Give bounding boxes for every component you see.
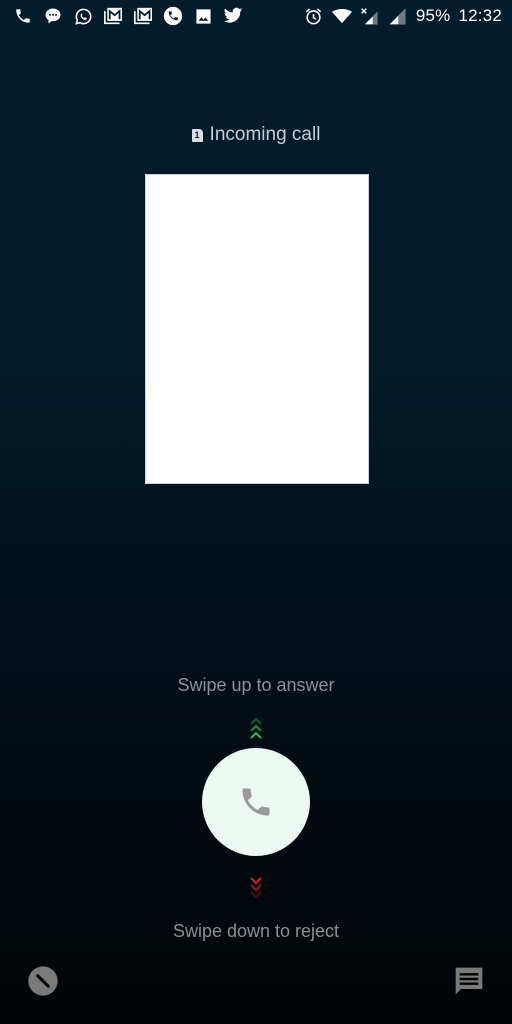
gmail-stack-icon (132, 5, 154, 27)
image-icon (192, 5, 214, 27)
call-status: 1 Incoming call (0, 124, 512, 146)
answer-call-button[interactable] (202, 748, 310, 856)
caller-photo (145, 174, 369, 484)
swipe-down-hint: Swipe down to reject (172, 921, 340, 941)
phone-circle-icon (162, 5, 184, 27)
status-bar: 95% 12:32 (0, 0, 512, 32)
notification-icons (12, 5, 252, 27)
phone-icon (242, 788, 270, 816)
reply-with-message-button[interactable] (452, 964, 486, 998)
signal-icon (388, 6, 408, 26)
sim-card-icon: 1 (191, 129, 203, 142)
signal-no-data-icon (360, 6, 380, 26)
message-icon (455, 967, 483, 995)
phone-icon (12, 5, 34, 27)
block-icon (28, 966, 58, 996)
twitter-icon (222, 5, 244, 27)
wifi-icon (331, 6, 352, 26)
swipe-up-hint: Swipe up to answer (177, 675, 335, 695)
reject-chevrons-icon (250, 877, 262, 899)
decline-button[interactable] (26, 964, 60, 998)
gmail-stack-icon (102, 5, 124, 27)
chat-bubble-icon (42, 5, 64, 27)
clock: 12:32 (458, 6, 502, 25)
whatsapp-icon (72, 5, 94, 27)
system-icons: 95% 12:32 (296, 6, 502, 26)
answer-chevrons-icon (250, 717, 262, 739)
battery-percent: 95% (415, 6, 451, 25)
alarm-icon (304, 6, 324, 26)
call-status-label: Incoming call (209, 124, 321, 145)
